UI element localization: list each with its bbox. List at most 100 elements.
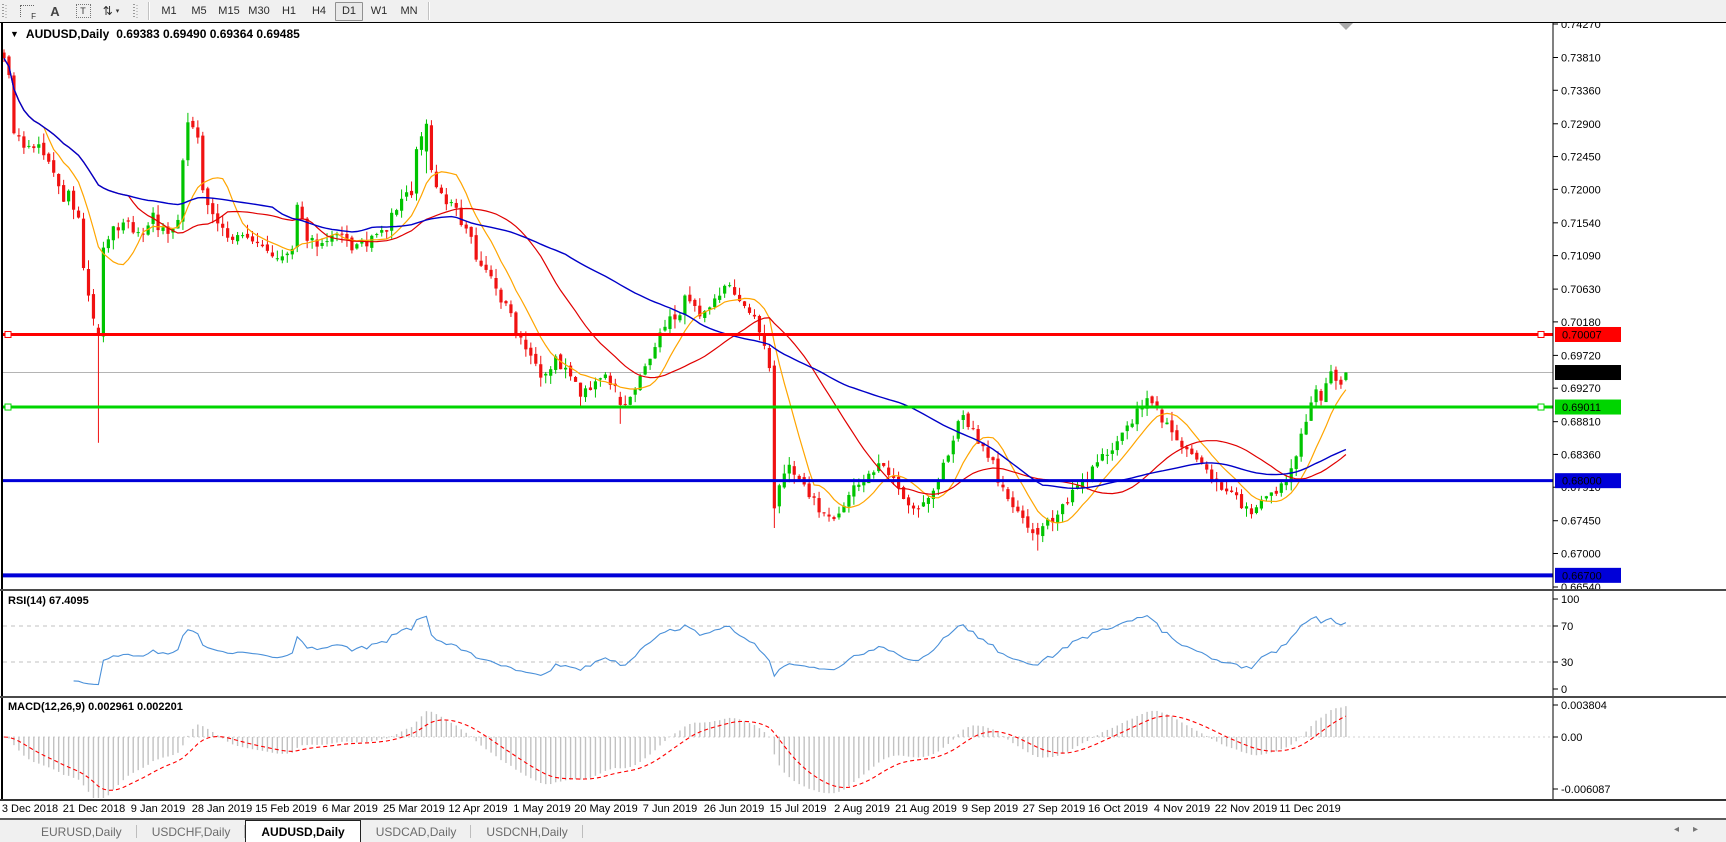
rsi-tick-label: 70 [1561,621,1573,633]
price-tick-label: 0.67000 [1561,548,1601,560]
date-label: 1 May 2019 [513,803,570,815]
toolbar-separator [148,2,150,20]
chevron-down-icon[interactable]: ▾ [116,7,120,15]
line-handle[interactable] [1538,404,1544,410]
price-tick-label: 0.71540 [1561,218,1601,230]
rsi-label: RSI(14) 67.4095 [8,595,89,607]
tab-scroll-arrows: ◂▸ [1674,824,1712,835]
tab-usdchf-daily[interactable]: USDCHF,Daily [137,821,246,842]
rsi-indicator-pane[interactable]: 100 70 30 0 [0,591,1726,698]
tab-usdcad-daily[interactable]: USDCAD,Daily [361,821,472,842]
date-label: 20 May 2019 [574,803,638,815]
toolbar-grip[interactable] [2,4,8,18]
rsi-tick-label: 0 [1561,684,1567,696]
line-handle[interactable] [5,331,11,337]
price-tick-label: 0.72000 [1561,184,1601,196]
macd-label: MACD(12,26,9) 0.002961 0.002201 [8,701,183,713]
macd-tick-label: 0.00 [1561,732,1582,744]
macd-tick-label: 0.003804 [1561,700,1607,712]
date-label: 22 Nov 2019 [1215,803,1277,815]
price-tick-label: 0.73810 [1561,53,1601,65]
timeframe-m15-button[interactable]: M15 [215,2,243,21]
arrows-tool-button[interactable]: ⇅▾ [98,1,124,21]
text-label-icon: T [76,4,91,18]
price-tick-label: 0.69720 [1561,350,1601,362]
date-label: 11 Dec 2019 [1279,803,1341,815]
price-line-badge: 0.66700 [1555,568,1621,583]
price-line-badge: 0.68000 [1555,473,1621,488]
chart-symbol-label: AUDUSD,Daily [26,27,109,41]
scroll-right-icon[interactable]: ▸ [1693,824,1712,835]
fibonacci-icon [20,5,34,17]
rsi-tick-label: 100 [1561,594,1579,606]
price-tick-label: 0.74270 [1561,22,1601,31]
arrows-icon: ⇅ [103,4,113,18]
rsi-tick-label: 30 [1561,657,1573,669]
price-tick-label: 0.71090 [1561,251,1601,263]
price-tick-label: 0.68360 [1561,449,1601,461]
rsi-background [0,591,1726,698]
fibonacci-tool-button[interactable] [14,1,40,21]
current-price-badge: 0.69485 [1555,365,1621,380]
date-label: 16 Oct 2019 [1088,803,1148,815]
date-label: 9 Sep 2019 [962,803,1018,815]
text-label-tool-button[interactable]: T [70,1,96,21]
date-axis[interactable]: 3 Dec 201821 Dec 20189 Jan 201928 Jan 20… [0,801,1726,817]
date-label: 28 Jan 2019 [192,803,253,815]
chart-tab-bar: EURUSD,DailyUSDCHF,DailyAUDUSD,DailyUSDC… [0,818,1726,842]
macd-background [0,698,1726,801]
svg-text:0.69011: 0.69011 [1562,402,1601,414]
date-label: 9 Jan 2019 [131,803,185,815]
timeframe-mn-button[interactable]: MN [395,2,423,21]
line-studies-toolbar: AT ⇅▾ [13,1,125,21]
timeframe-m5-button[interactable]: M5 [185,2,213,21]
tab-divider [582,825,583,838]
price-tick-label: 0.67450 [1561,516,1601,528]
date-label: 7 Jun 2019 [643,803,697,815]
date-label: 25 Mar 2019 [383,803,445,815]
timeframe-h4-button[interactable]: H4 [305,2,333,21]
tab-eurusd-daily[interactable]: EURUSD,Daily [26,821,137,842]
mt4-window: AT ⇅▾ M1M5M15M30H1H4D1W1MN 0.74270 0.73810… [0,0,1726,842]
timeframe-toolbar: M1M5M15M30H1H4D1W1MN [154,2,424,21]
timeframe-w1-button[interactable]: W1 [365,2,393,21]
date-label: 2 Aug 2019 [834,803,890,815]
date-label: 4 Nov 2019 [1154,803,1210,815]
chart-collapse-caret[interactable]: ▼ [10,29,19,39]
timeframe-h1-button[interactable]: H1 [275,2,303,21]
timeframe-toolbar-grip[interactable] [133,4,139,18]
price-tick-label: 0.73360 [1561,85,1601,97]
macd-indicator-pane[interactable]: 0.003804 0.00 -0.006087 [0,698,1726,801]
svg-text:0.70007: 0.70007 [1562,329,1602,341]
date-label: 26 Jun 2019 [704,803,765,815]
toolbar-separator-2 [428,2,430,20]
price-tick-label: 0.70630 [1561,284,1601,296]
chart-shift-marker-icon[interactable] [1339,23,1353,30]
date-label: 15 Feb 2019 [255,803,317,815]
date-label: 6 Mar 2019 [322,803,378,815]
timeframe-m1-button[interactable]: M1 [155,2,183,21]
toolbar: AT ⇅▾ M1M5M15M30H1H4D1W1MN [0,0,1726,23]
price-tick-label: 0.68810 [1561,417,1601,429]
date-label: 27 Sep 2019 [1023,803,1085,815]
price-tick-label: 0.72450 [1561,152,1601,164]
text-tool-button[interactable]: A [42,1,68,21]
timeframe-d1-button[interactable]: D1 [335,2,363,21]
macd-tick-label: -0.006087 [1561,784,1611,796]
timeframe-m30-button[interactable]: M30 [245,2,273,21]
date-label: 3 Dec 2018 [2,803,58,815]
tab-usdcnh-daily[interactable]: USDCNH,Daily [471,821,582,842]
price-line-badge: 0.70007 [1555,327,1621,342]
price-tick-label: 0.69270 [1561,383,1601,395]
line-handle[interactable] [1538,331,1544,337]
chart-background [0,22,1726,591]
scroll-left-icon[interactable]: ◂ [1674,824,1693,835]
line-handle[interactable] [5,404,11,410]
chart-title: ▼ AUDUSD,Daily 0.69383 0.69490 0.69364 0… [10,27,300,41]
chart-ohlc-values: 0.69383 0.69490 0.69364 0.69485 [116,27,300,41]
price-chart-pane[interactable]: 0.74270 0.73810 0.73360 0.72900 0.72450 0.720… [0,22,1726,591]
price-tick-label: 0.72900 [1561,119,1601,131]
price-line-badge: 0.69011 [1555,400,1621,415]
tab-audusd-daily[interactable]: AUDUSD,Daily [245,820,360,842]
date-label: 15 Jul 2019 [770,803,827,815]
